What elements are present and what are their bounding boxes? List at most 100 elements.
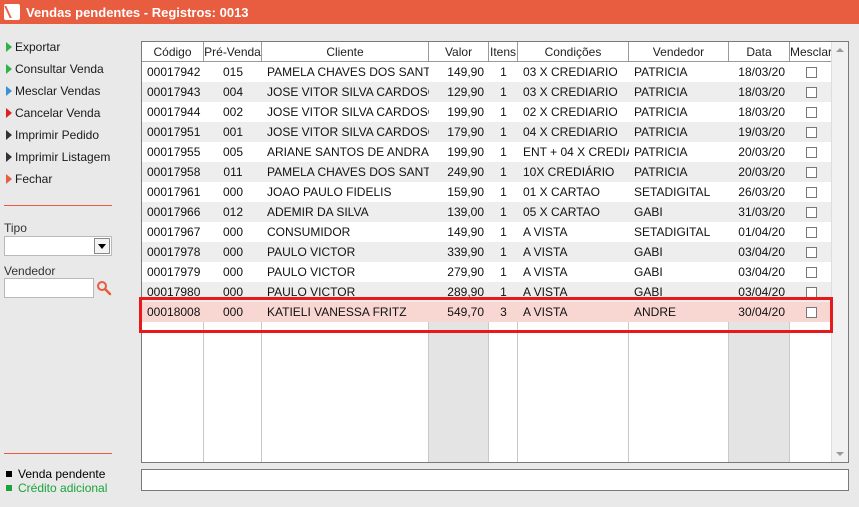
mesclar-checkbox[interactable] bbox=[806, 307, 817, 319]
mesclar-checkbox[interactable] bbox=[806, 67, 817, 79]
window-titlebar: Vendas pendentes - Registros: 0013 bbox=[0, 0, 859, 24]
table-row[interactable]: 00017967 000 CONSUMIDOR 149,90 1 A VISTA SETAD… bbox=[142, 222, 833, 242]
menu-item-cancelar-venda[interactable]: Cancelar Venda bbox=[0, 102, 120, 124]
mesclar-checkbox[interactable] bbox=[806, 247, 817, 259]
cell-vendedor: PATRICIA bbox=[634, 65, 688, 79]
cell-codigo: 00017958 bbox=[147, 165, 201, 179]
cell-pre-venda: 000 bbox=[222, 305, 244, 319]
cell-condicoes: A VISTA bbox=[523, 265, 568, 279]
window-title: Vendas pendentes - Registros: 0013 bbox=[26, 4, 249, 20]
menu-item-fechar[interactable]: Fechar bbox=[0, 168, 120, 190]
search-icon[interactable] bbox=[96, 280, 112, 296]
scroll-up-icon[interactable] bbox=[832, 42, 848, 58]
cell-pre-venda: 005 bbox=[222, 145, 244, 159]
cell-itens: 1 bbox=[500, 285, 507, 299]
cell-codigo: 00017966 bbox=[147, 205, 201, 219]
cell-cliente: JOSE VITOR SILVA CARDOSO bbox=[267, 105, 429, 119]
cell-itens: 3 bbox=[500, 305, 507, 319]
table-row[interactable]: 00017951 001 JOSE VITOR SILVA CARDOSO 179,9… bbox=[142, 122, 833, 142]
column-header-valor[interactable]: Valor bbox=[429, 42, 489, 62]
cell-valor: 129,90 bbox=[447, 85, 484, 99]
table-row[interactable]: 00017942 015 PAMELA CHAVES DOS SANTOS 149,9… bbox=[142, 62, 833, 82]
menu-item-label: Fechar bbox=[15, 172, 53, 186]
cell-codigo: 00017978 bbox=[147, 245, 201, 259]
legend-swatch bbox=[6, 485, 12, 491]
table-row[interactable]: 00017943 004 JOSE VITOR SILVA CARDOSO 129,9… bbox=[142, 82, 833, 102]
cell-pre-venda: 000 bbox=[222, 245, 244, 259]
cell-mesclar bbox=[790, 102, 833, 122]
arrow-right-icon bbox=[6, 64, 12, 74]
cell-vendedor: GABI bbox=[634, 265, 663, 279]
cell-vendedor: SETADIGITAL bbox=[634, 225, 711, 239]
column-header-mesclar[interactable]: Mesclar bbox=[790, 42, 833, 62]
cell-itens: 1 bbox=[500, 225, 507, 239]
table-row[interactable]: 00017958 011 PAMELA CHAVES DOS SANTOS 249,9… bbox=[142, 162, 833, 182]
vertical-scrollbar[interactable] bbox=[831, 42, 848, 462]
cell-cliente: KATIELI VANESSA FRITZ bbox=[267, 305, 407, 319]
cell-condicoes: A VISTA bbox=[523, 245, 568, 259]
menu-item-consultar-venda[interactable]: Consultar Venda bbox=[0, 58, 120, 80]
mesclar-checkbox[interactable] bbox=[806, 207, 817, 219]
mesclar-checkbox[interactable] bbox=[806, 287, 817, 299]
cell-valor: 549,70 bbox=[447, 305, 484, 319]
sidebar-divider-bottom bbox=[4, 453, 112, 454]
cell-pre-venda: 000 bbox=[222, 185, 244, 199]
legend-credito-adicional: Crédito adicional bbox=[4, 481, 107, 495]
mesclar-checkbox[interactable] bbox=[806, 147, 817, 159]
legend-venda-pendente: Venda pendente bbox=[4, 467, 105, 481]
cell-condicoes: 03 X CREDIARIO bbox=[523, 65, 618, 79]
sales-grid[interactable]: Código Pré-Venda Cliente Valor Itens Condiçõe… bbox=[141, 41, 849, 463]
table-row[interactable]: 00017978 000 PAULO VICTOR 339,90 1 A VISTA GAB… bbox=[142, 242, 833, 262]
cell-data: 03/04/20 bbox=[738, 245, 785, 259]
table-row[interactable]: 00017979 000 PAULO VICTOR 279,90 1 A VISTA GAB… bbox=[142, 262, 833, 282]
cell-valor: 249,90 bbox=[447, 165, 484, 179]
menu-item-imprimir-pedido[interactable]: Imprimir Pedido bbox=[0, 124, 120, 146]
cell-codigo: 00017979 bbox=[147, 265, 201, 279]
mesclar-checkbox[interactable] bbox=[806, 107, 817, 119]
menu-item-label: Exportar bbox=[15, 40, 61, 54]
scroll-down-icon[interactable] bbox=[832, 446, 848, 462]
cell-valor: 279,90 bbox=[447, 265, 484, 279]
tipo-select[interactable] bbox=[4, 236, 112, 256]
menu-item-mesclar-vendas[interactable]: Mesclar Vendas bbox=[0, 80, 120, 102]
chevron-down-icon[interactable] bbox=[94, 238, 110, 254]
cell-data: 03/04/20 bbox=[738, 265, 785, 279]
action-menu: Exportar Consultar Venda Mesclar Vendas Can… bbox=[0, 24, 120, 190]
table-row[interactable]: 00017966 012 ADEMIR DA SILVA 139,00 1 05 X CA… bbox=[142, 202, 833, 222]
column-header-cliente[interactable]: Cliente bbox=[262, 42, 429, 62]
cell-vendedor: SETADIGITAL bbox=[634, 185, 711, 199]
table-row[interactable]: 00018008 000 KATIELI VANESSA FRITZ 549,70 3 A… bbox=[142, 302, 833, 322]
cell-vendedor: ANDRE bbox=[634, 305, 677, 319]
mesclar-checkbox[interactable] bbox=[806, 267, 817, 279]
cell-cliente: PAMELA CHAVES DOS SANTOS bbox=[267, 165, 429, 179]
cell-itens: 1 bbox=[500, 65, 507, 79]
column-header-data[interactable]: Data bbox=[729, 42, 790, 62]
mesclar-checkbox[interactable] bbox=[806, 227, 817, 239]
table-row[interactable]: 00017980 000 PAULO VICTOR 289,90 1 A VISTA GAB… bbox=[142, 282, 833, 302]
mesclar-checkbox[interactable] bbox=[806, 167, 817, 179]
mesclar-checkbox[interactable] bbox=[806, 127, 817, 139]
table-row[interactable]: 00017944 002 JOSE VITOR SILVA CARDOSO 199,9… bbox=[142, 102, 833, 122]
table-row[interactable]: 00017955 005 ARIANE SANTOS DE ANDRADE 199,9… bbox=[142, 142, 833, 162]
column-header-itens[interactable]: Itens bbox=[489, 42, 518, 62]
cell-condicoes: 01 X CARTAO bbox=[523, 185, 600, 199]
column-header-pre-venda[interactable]: Pré-Venda bbox=[204, 42, 262, 62]
column-header-codigo[interactable]: Código bbox=[142, 42, 204, 62]
cell-condicoes: 04 X CREDIARIO bbox=[523, 125, 618, 139]
table-row[interactable]: 00017961 000 JOAO PAULO FIDELIS 159,90 1 01 X… bbox=[142, 182, 833, 202]
cell-pre-venda: 000 bbox=[222, 285, 244, 299]
mesclar-checkbox[interactable] bbox=[806, 87, 817, 99]
status-field[interactable] bbox=[141, 469, 849, 491]
cell-data: 18/03/20 bbox=[738, 65, 785, 79]
cell-valor: 289,90 bbox=[447, 285, 484, 299]
cell-data: 20/03/20 bbox=[738, 165, 785, 179]
menu-item-imprimir-listagem[interactable]: Imprimir Listagem bbox=[0, 146, 120, 168]
grid-rows: 00017942 015 PAMELA CHAVES DOS SANTOS 149,9… bbox=[142, 62, 833, 322]
arrow-right-icon bbox=[6, 86, 12, 96]
mesclar-checkbox[interactable] bbox=[806, 187, 817, 199]
vendedor-input[interactable] bbox=[4, 278, 94, 298]
column-header-condicoes[interactable]: Condições bbox=[518, 42, 629, 62]
cell-cliente: CONSUMIDOR bbox=[267, 225, 351, 239]
column-header-vendedor[interactable]: Vendedor bbox=[629, 42, 729, 62]
menu-item-exportar[interactable]: Exportar bbox=[0, 36, 120, 58]
